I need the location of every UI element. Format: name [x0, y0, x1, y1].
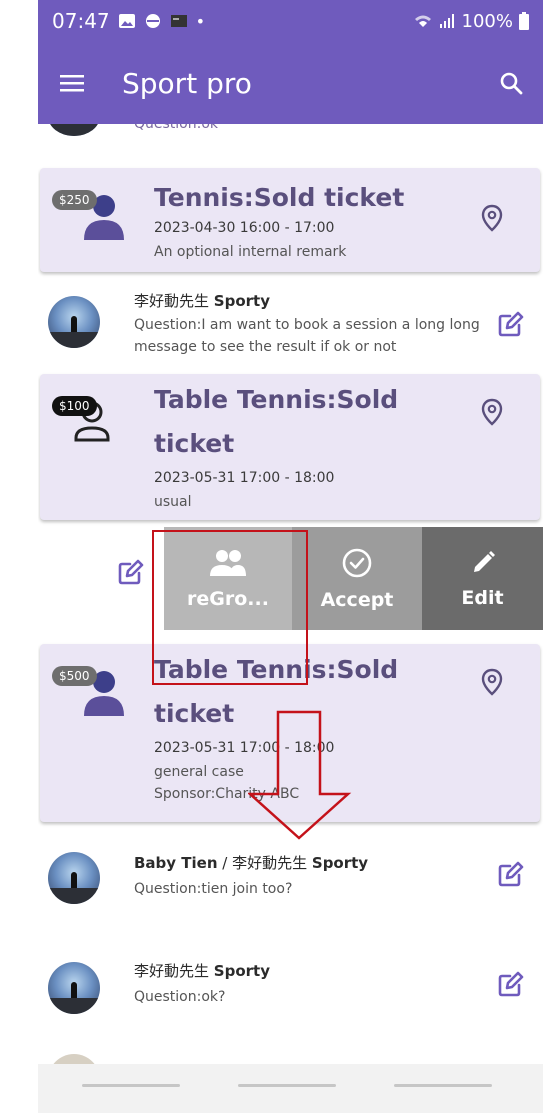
edit-action-button[interactable]: Edit — [422, 527, 543, 630]
nav-handle[interactable] — [238, 1084, 336, 1087]
pencil-icon — [473, 550, 495, 572]
vpn-icon — [145, 14, 160, 28]
sender-tag: Sporty — [213, 292, 270, 310]
message-row[interactable]: 李好動先生 Sporty Question:ok? — [38, 948, 543, 1028]
session-title: Table Tennis:Sold ticket — [154, 385, 399, 458]
annotation-down-arrow-icon — [248, 710, 352, 840]
avatar — [48, 852, 100, 904]
status-bar: 07:47 • 100% — [38, 0, 543, 42]
session-time: 2023-05-31 17:00 - 18:00 — [154, 470, 335, 486]
edit-message-button[interactable] — [116, 559, 144, 591]
message-sender: Baby Tien / 李好動先生 Sporty — [134, 852, 368, 873]
message-sender: 李好動先生 Sporty — [134, 960, 270, 981]
edit-icon — [118, 559, 144, 585]
location-button[interactable] — [476, 396, 508, 428]
message-row[interactable]: 李好動先生 Sporty Question:I am want to book … — [38, 284, 543, 364]
partial-message-text: Question:ok — [134, 124, 219, 132]
sender-tag: Sporty — [311, 854, 369, 872]
edit-icon — [498, 311, 524, 337]
battery-percent: 100% — [461, 10, 513, 32]
sender-name: 李好動先生 — [134, 292, 214, 310]
location-pin-icon — [481, 668, 503, 696]
session-card[interactable]: $100 Table Tennis:Sold ticket 2023-05-31… — [40, 374, 540, 520]
wifi-icon — [414, 15, 431, 27]
session-list[interactable]: Question:ok $250 Tennis:Sold ticket 2023… — [38, 124, 543, 1064]
notification-dot-icon: • — [195, 11, 206, 31]
app-title: Sport pro — [122, 66, 252, 100]
edit-message-button[interactable] — [493, 308, 527, 342]
location-button[interactable] — [476, 666, 508, 698]
gallery-icon — [118, 14, 135, 28]
session-card[interactable]: $250 Tennis:Sold ticket 2023-04-30 16:00… — [40, 168, 540, 272]
status-left: 07:47 • — [52, 9, 205, 33]
sender-name-primary: Baby Tien — [134, 854, 218, 872]
sender-name: / 李好動先生 — [217, 854, 312, 872]
sender-tag: Sporty — [213, 962, 270, 980]
message-text: Question:ok? — [134, 989, 226, 1005]
price-badge: $500 — [52, 666, 97, 686]
message-sender: 李好動先生 Sporty — [134, 290, 270, 311]
partial-message-row: Question:ok — [38, 124, 543, 142]
location-button[interactable] — [476, 202, 508, 234]
message-text: Question:tien join too? — [134, 881, 293, 897]
location-pin-icon — [481, 398, 503, 426]
location-pin-icon — [481, 204, 503, 232]
message-row[interactable]: Baby Tien / 李好動先生 Sporty Question:tien j… — [38, 838, 543, 918]
edit-label: Edit — [461, 586, 504, 609]
status-time: 07:47 — [52, 9, 110, 33]
avatar — [48, 962, 100, 1014]
session-title: Tennis:Sold ticket — [154, 183, 405, 212]
nav-handle[interactable] — [394, 1084, 492, 1087]
system-nav-bar — [38, 1064, 543, 1113]
nav-handle[interactable] — [82, 1084, 180, 1087]
edit-icon — [498, 971, 524, 997]
hamburger-menu-icon — [60, 75, 84, 92]
price-badge: $250 — [52, 190, 97, 210]
message-text: Question:I am want to book a session a l… — [134, 317, 480, 355]
avatar — [48, 124, 100, 136]
annotation-highlight-box — [152, 530, 308, 685]
session-remark: An optional internal remark — [154, 244, 347, 260]
partial-avatar — [48, 1054, 100, 1064]
accept-label: Accept — [320, 588, 394, 611]
menu-button[interactable] — [42, 53, 102, 113]
signal-icon — [439, 14, 454, 28]
app-thumbnail-icon — [170, 15, 187, 27]
session-time: 2023-04-30 16:00 - 17:00 — [154, 220, 335, 236]
edit-message-button[interactable] — [493, 968, 527, 1002]
search-icon — [500, 72, 523, 95]
edit-icon — [498, 861, 524, 887]
avatar — [48, 296, 100, 348]
accept-action-button[interactable]: Accept — [292, 527, 422, 630]
status-right: 100% — [414, 11, 529, 32]
session-remark: usual — [154, 494, 192, 510]
check-circle-icon — [342, 548, 372, 577]
app-bar: Sport pro — [38, 42, 543, 124]
sender-name: 李好動先生 — [134, 962, 214, 980]
battery-icon — [519, 12, 529, 30]
edit-message-button[interactable] — [493, 858, 527, 892]
price-badge: $100 — [52, 396, 97, 416]
search-button[interactable] — [485, 57, 537, 109]
session-remark: general case — [154, 764, 244, 780]
